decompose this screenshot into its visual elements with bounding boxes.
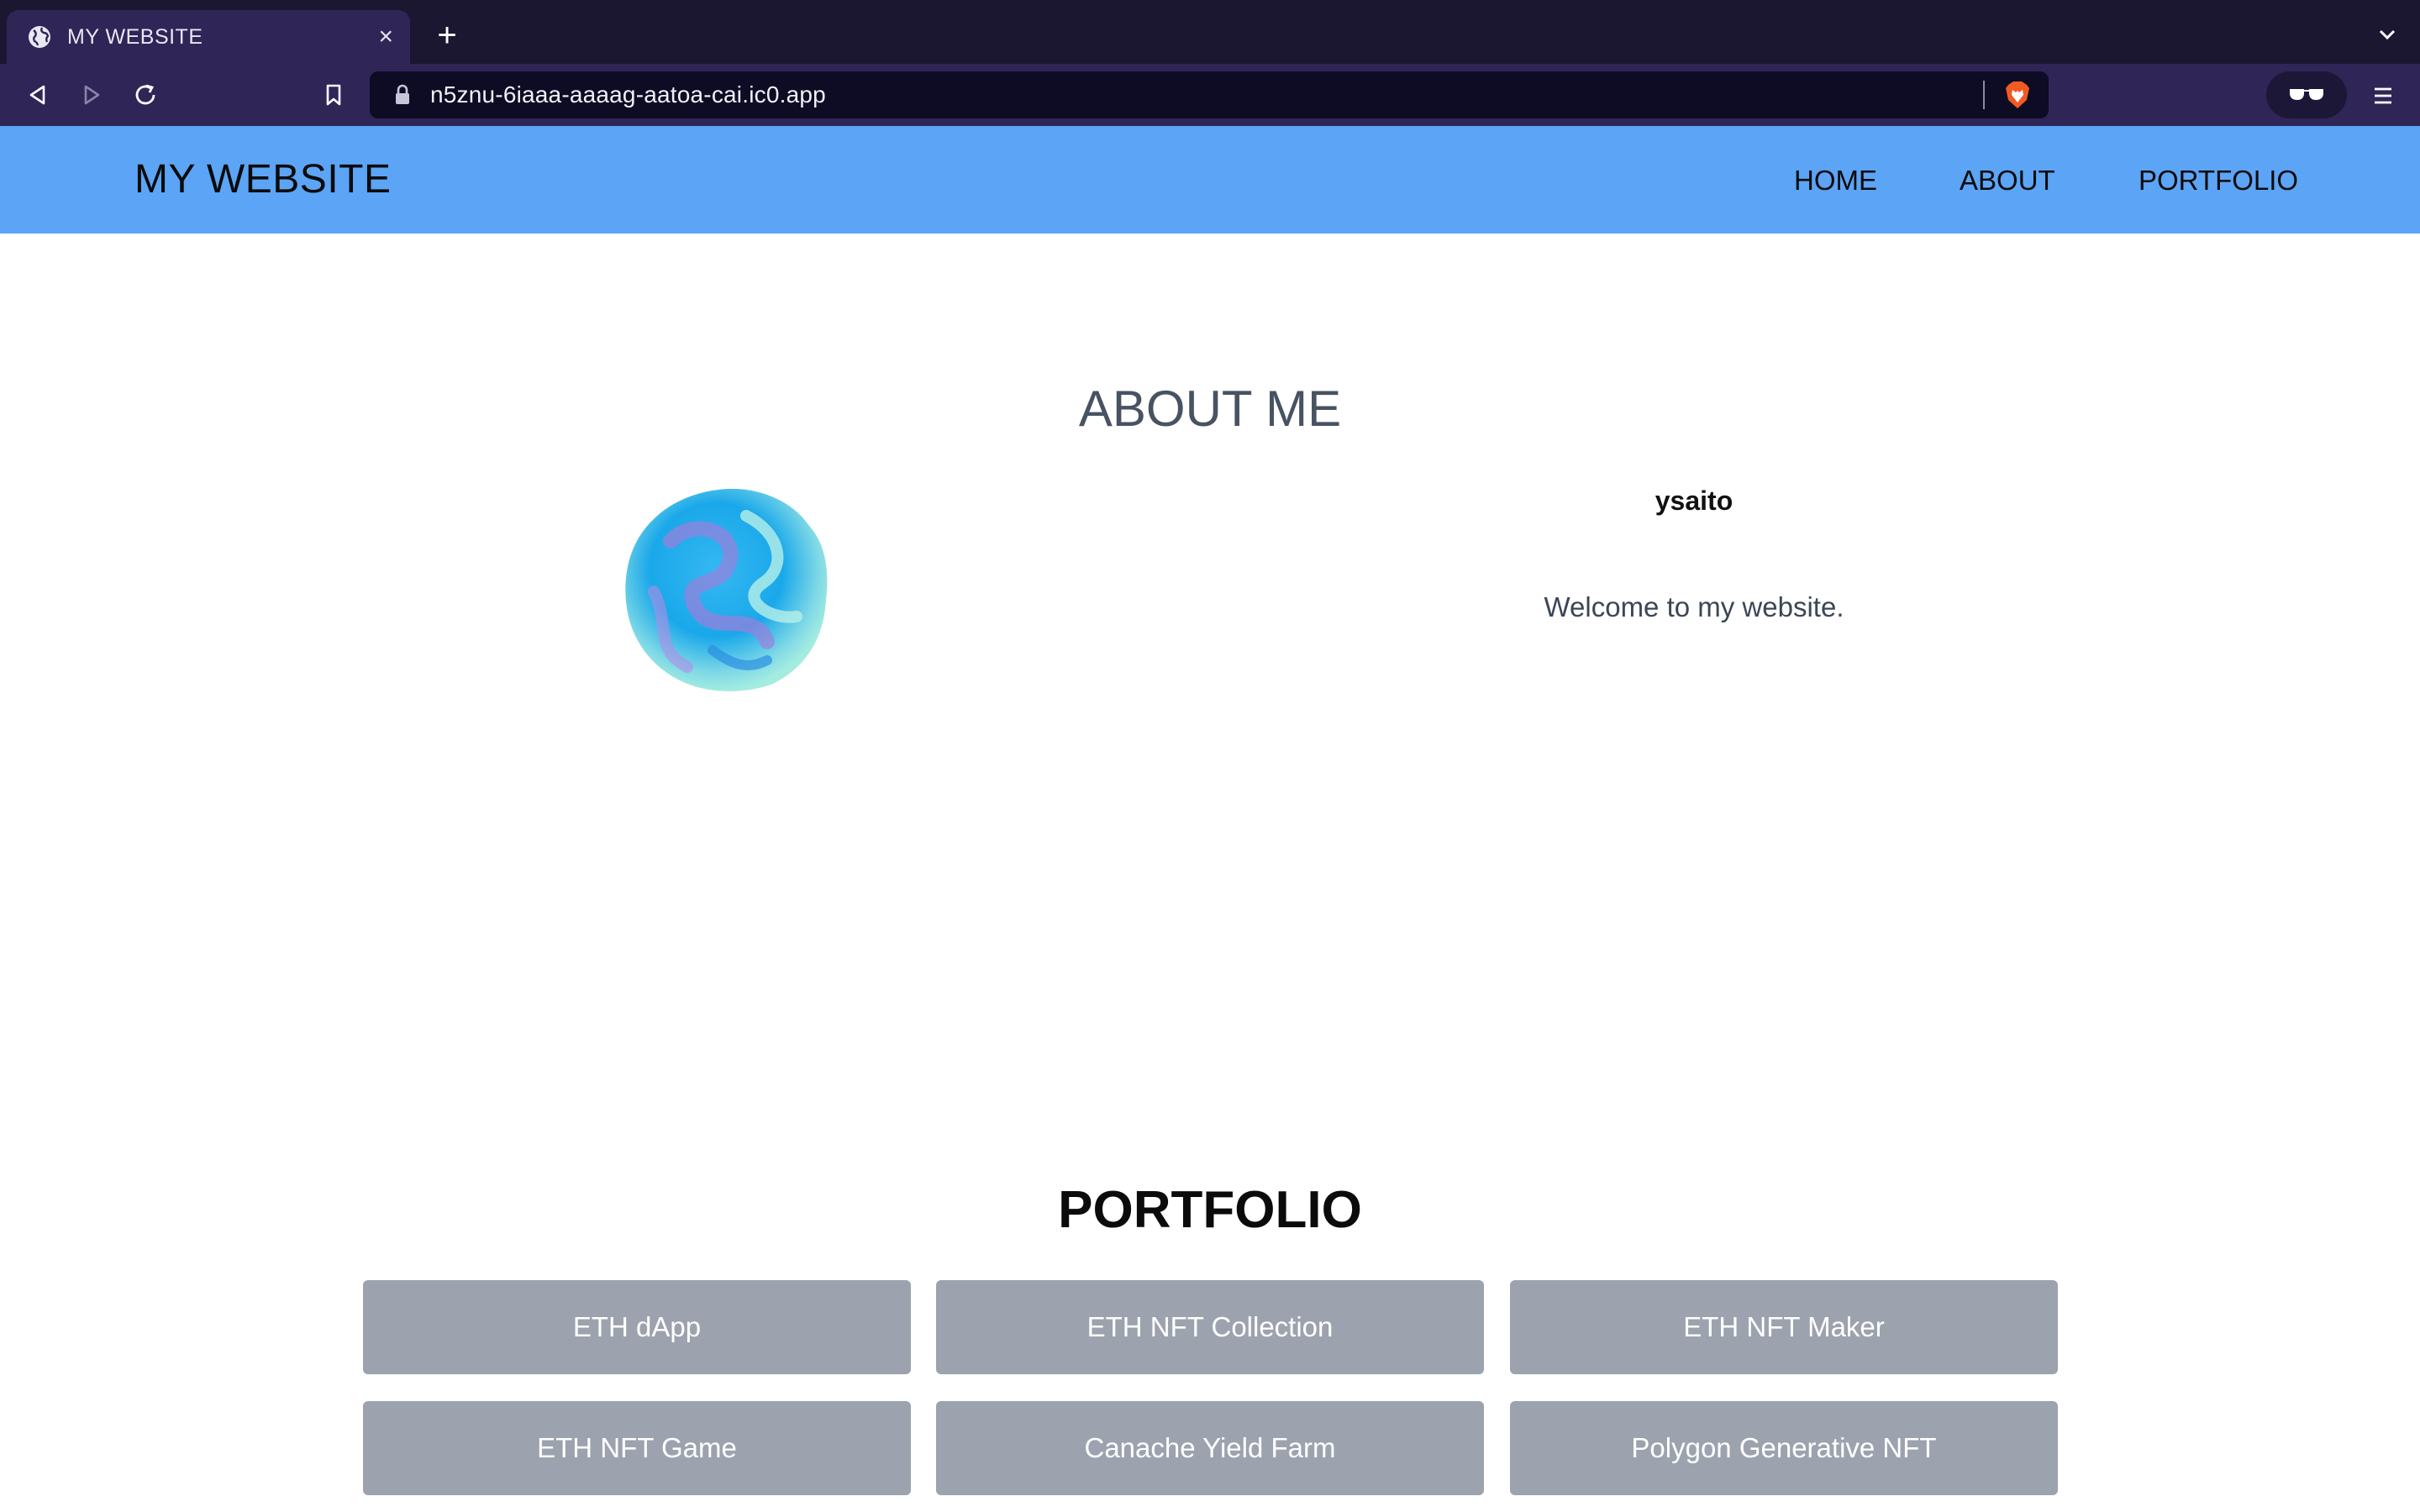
- nav-home[interactable]: HOME: [1794, 165, 1877, 197]
- browser-tab-strip: MY WEBSITE × +: [0, 0, 2420, 64]
- new-tab-button[interactable]: +: [430, 18, 464, 52]
- globe-icon: [27, 24, 52, 50]
- portfolio-heading: PORTFOLIO: [1058, 1181, 1362, 1240]
- bookmark-icon[interactable]: [318, 79, 350, 111]
- reload-icon[interactable]: [129, 79, 161, 111]
- browser-tab[interactable]: MY WEBSITE ×: [7, 10, 410, 64]
- portfolio-item[interactable]: ETH NFT Collection: [936, 1280, 1484, 1374]
- brave-shield-icon[interactable]: [2003, 80, 2032, 110]
- tab-title: MY WEBSITE: [67, 24, 203, 49]
- about-text: Welcome to my website.: [1544, 591, 1844, 622]
- menu-icon[interactable]: [2368, 81, 2398, 111]
- about-heading: ABOUT ME: [1078, 380, 1342, 437]
- glasses-icon: [2290, 89, 2323, 100]
- site-header: MY WEBSITE HOME ABOUT PORTFOLIO: [0, 126, 2420, 234]
- portfolio-item[interactable]: Canache Yield Farm: [936, 1401, 1484, 1495]
- portfolio-item[interactable]: ETH dApp: [363, 1280, 911, 1374]
- address-bar[interactable]: n5znu-6iaaa-aaaag-aatoa-cai.ic0.app: [370, 71, 2049, 118]
- portfolio-item[interactable]: ETH NFT Game: [363, 1401, 911, 1495]
- nav-portfolio[interactable]: PORTFOLIO: [2139, 165, 2298, 197]
- lock-icon: [393, 84, 412, 106]
- avatar: [620, 482, 834, 696]
- portfolio-item[interactable]: Polygon Generative NFT: [1510, 1401, 2058, 1495]
- url-text[interactable]: n5znu-6iaaa-aaaag-aatoa-cai.ic0.app: [430, 81, 1983, 108]
- browser-toolbar: n5znu-6iaaa-aaaag-aatoa-cai.ic0.app: [0, 64, 2420, 126]
- chevron-down-icon[interactable]: [2375, 22, 2400, 47]
- back-icon[interactable]: [22, 79, 54, 111]
- portfolio-item[interactable]: ETH NFT Maker: [1510, 1280, 2058, 1374]
- forward-icon[interactable]: [76, 79, 108, 111]
- url-divider: [1983, 81, 1985, 109]
- nav-about[interactable]: ABOUT: [1960, 165, 2055, 197]
- about-name: ysaito: [1655, 486, 1733, 516]
- site-logo[interactable]: MY WEBSITE: [134, 156, 392, 202]
- reader-mode-button[interactable]: [2266, 71, 2347, 118]
- tab-close-icon[interactable]: ×: [378, 24, 393, 50]
